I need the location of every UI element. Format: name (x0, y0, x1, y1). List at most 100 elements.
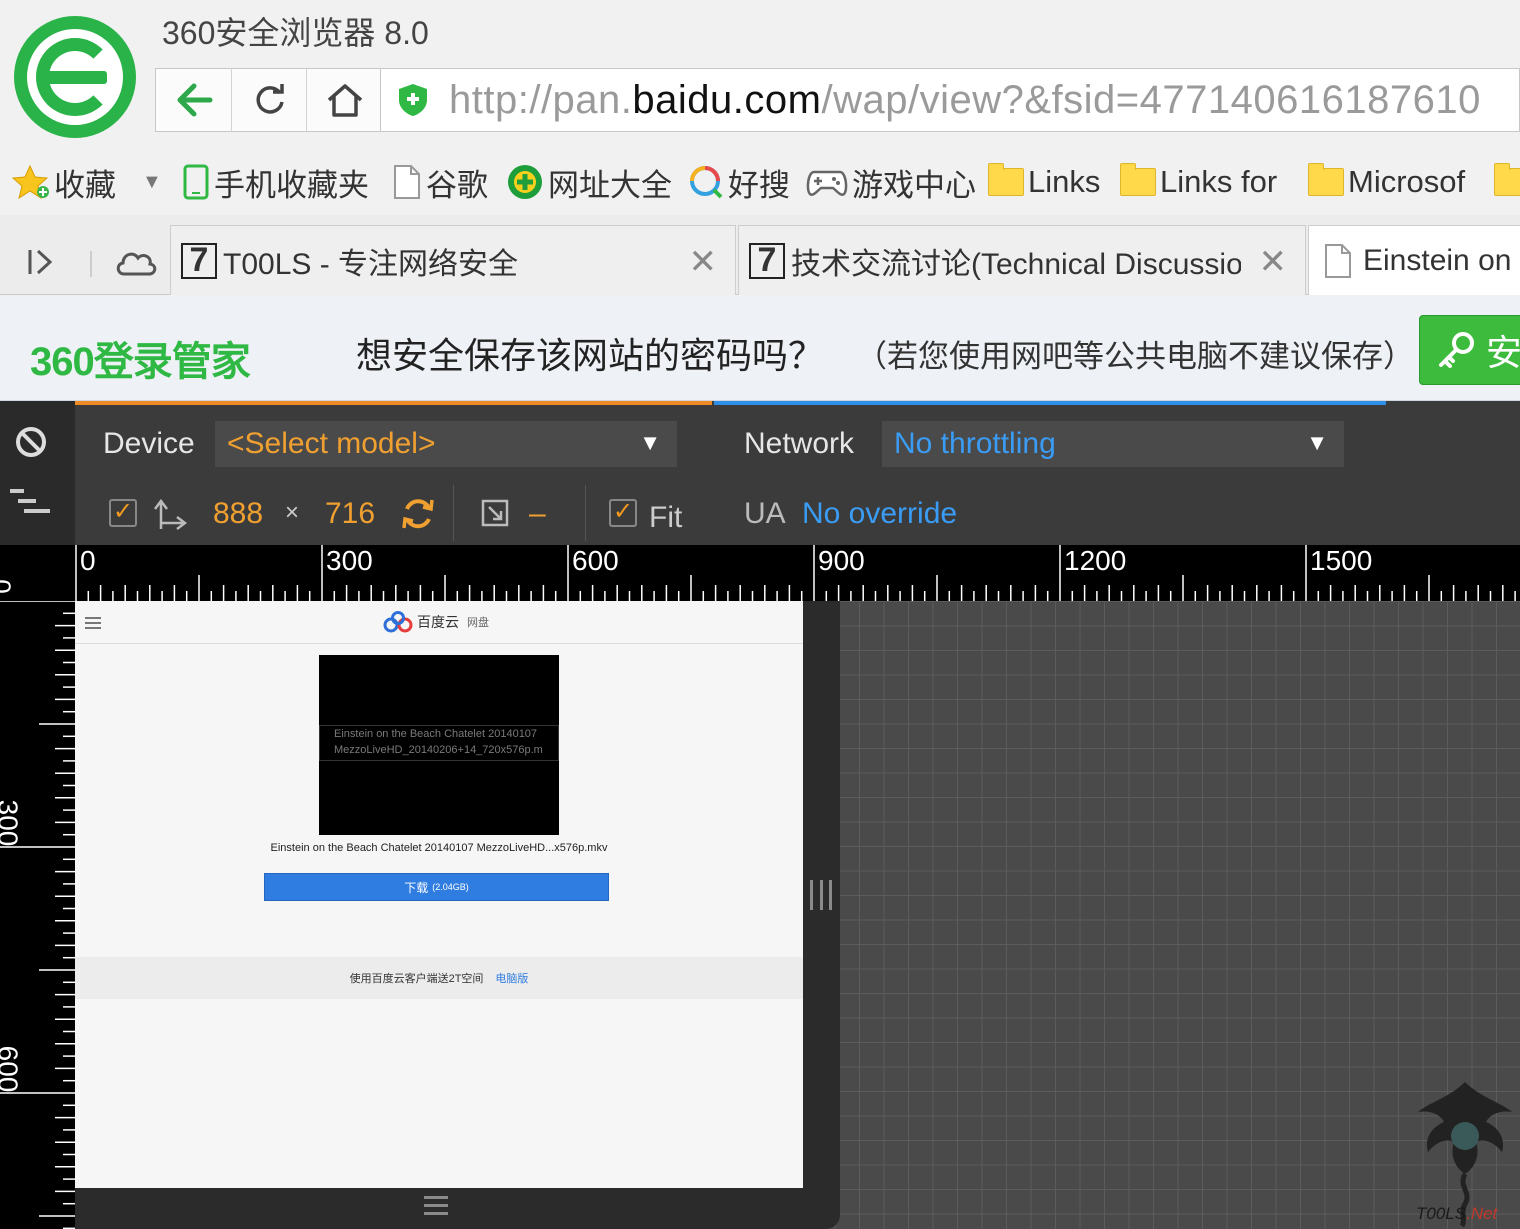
hamburger-menu-icon[interactable] (85, 617, 101, 632)
folder-icon (1308, 163, 1344, 196)
device-emulation-panel: Device <Select model> ▼ ✓ 888 × 716 – ✓ … (0, 401, 1520, 545)
tab-technical-discussion[interactable]: 7 技术交流讨论(Technical Discussio ✕ (738, 225, 1306, 295)
key-icon (1439, 332, 1474, 368)
emulated-page-viewport: 百度云 网盘 Einstein on the Beach Chatelet 20… (75, 601, 803, 1188)
ruler-label: 600 (572, 545, 619, 576)
ruler-label: 1500 (1310, 545, 1373, 576)
divider (585, 485, 586, 541)
media-query-bars-icon[interactable] (10, 487, 54, 517)
baidu-header: 百度云 网盘 (75, 601, 803, 644)
url-text: http://pan.baidu.com/wap/view?&fsid=4771… (449, 78, 1481, 122)
folder-icon (1120, 163, 1156, 196)
height-resize-handle-icon[interactable] (424, 1196, 448, 1220)
password-save-message: 想安全保存该网站的密码吗？ (356, 335, 825, 376)
navigation-buttons (155, 68, 381, 132)
ruler-label: 600 (0, 1045, 24, 1093)
window-title: 360安全浏览器 8.0 (162, 15, 429, 51)
page-icon (394, 165, 420, 199)
baidu-cloud-logo[interactable]: 百度云 网盘 (383, 611, 489, 633)
ruler-ticks (0, 601, 75, 1229)
password-save-bar: 360登录管家 想安全保存该网站的密码吗？ （若您使用网吧等公共电脑不建议保存）… (0, 295, 1520, 401)
bookmarks-bar: 收藏 ▼ 手机收藏夹 谷歌 网址大全 好搜 游戏中心 Links Links f… (0, 150, 1520, 215)
divider (90, 251, 92, 277)
bookmark-favorites[interactable]: 收藏 ▼ (12, 164, 162, 203)
no-sign-icon[interactable] (14, 425, 48, 459)
phone-icon (183, 164, 209, 200)
cloud-icon[interactable] (114, 247, 158, 277)
bookmark-game-center[interactable]: 游戏中心 (806, 164, 976, 203)
desktop-version-link[interactable]: 电脑版 (495, 970, 528, 986)
ruler-corner: 0 (0, 545, 75, 601)
width-resize-handle-icon[interactable] (810, 880, 832, 910)
device-scale-icon[interactable] (481, 499, 509, 527)
chevron-down-icon[interactable]: ▼ (142, 171, 162, 194)
network-label: Network (744, 427, 855, 460)
ruler-ticks (75, 545, 1516, 601)
download-button[interactable]: 下载 (2.04GB) (264, 873, 609, 901)
divider (453, 485, 454, 541)
panel-filler (1386, 401, 1520, 545)
device-label: Device (103, 427, 195, 460)
bookmark-site-directory[interactable]: 网址大全 (506, 164, 672, 203)
emulation-side-tools (0, 401, 75, 545)
baidu-cloud-icon (383, 611, 413, 633)
ua-override-value[interactable]: No override (802, 497, 957, 531)
home-icon (327, 84, 362, 117)
plus-globe-icon (508, 165, 542, 199)
tab-einstein-active[interactable]: Einstein on (1308, 225, 1520, 296)
network-throttling-select[interactable]: No throttling ▼ (882, 421, 1344, 467)
file-name: Einstein on the Beach Chatelet 20140107 … (270, 842, 608, 854)
tab-t00ls[interactable]: 7 T00LS - 专注网络安全 ✕ (170, 225, 736, 295)
dropdown-arrow-icon: ▼ (639, 430, 661, 455)
refresh-icon (255, 84, 284, 114)
close-icon[interactable]: ✕ (1259, 242, 1288, 282)
dropdown-arrow-icon: ▼ (1306, 430, 1328, 455)
back-arrow-icon (177, 83, 212, 117)
address-bar[interactable]: http://pan.baidu.com/wap/view?&fsid=4771… (381, 68, 1520, 132)
page-icon (1325, 244, 1351, 278)
password-manager-logo: 360登录管家 (30, 340, 251, 384)
height-value[interactable]: 716 (325, 497, 375, 531)
sidebar-toggle-icon[interactable] (26, 247, 56, 277)
watermark-text: T00LS.Net (1416, 1204, 1498, 1223)
device-model-select[interactable]: <Select model> ▼ (215, 421, 677, 467)
tab-strip: 7 T00LS - 专注网络安全 ✕ 7 技术交流讨论(Technical Di… (0, 215, 1520, 296)
bookmark-mobile-favorites[interactable]: 手机收藏夹 (182, 164, 369, 203)
vertical-ruler: 300 600 (0, 601, 75, 1229)
resolution-checkbox[interactable]: ✓ (109, 499, 137, 527)
fit-checkbox[interactable]: ✓ (609, 499, 637, 527)
swap-dimensions-icon[interactable] (153, 497, 187, 531)
refresh-button[interactable] (231, 69, 307, 131)
width-value[interactable]: 888 (213, 497, 263, 531)
bookmark-google[interactable]: 谷歌 (392, 164, 488, 203)
save-password-button[interactable]: 安 (1419, 315, 1520, 385)
ruler-label: 300 (0, 799, 24, 847)
bookmark-folder-microsoft[interactable]: Microsof (1308, 163, 1465, 200)
star-icon (12, 164, 49, 200)
bookmark-folder-links-for[interactable]: Links for (1120, 163, 1277, 200)
search-ring-icon (690, 166, 723, 199)
ruler-label: 0 (80, 545, 96, 576)
ruler-label: 1200 (1064, 545, 1127, 576)
folder-icon (988, 163, 1024, 196)
rotate-icon[interactable] (399, 495, 437, 533)
security-shield-icon (399, 84, 427, 116)
device-scale-value[interactable]: – (529, 497, 546, 531)
video-player[interactable]: Einstein on the Beach Chatelet 20140107 … (319, 655, 559, 835)
close-icon[interactable]: ✕ (689, 242, 718, 282)
gamepad-icon (806, 170, 848, 196)
back-button[interactable] (156, 69, 231, 131)
folder-icon (1494, 163, 1520, 196)
ua-label: UA (744, 497, 786, 530)
ruler-label: 900 (818, 545, 865, 576)
bookmark-haosou[interactable]: 好搜 (688, 164, 790, 203)
bookmark-folder-overflow[interactable] (1494, 163, 1520, 200)
network-section: Network No throttling ▼ UA No override (714, 401, 1386, 545)
broken-image-alt-text: Einstein on the Beach Chatelet 20140107 … (319, 725, 559, 761)
t00ls-favicon-icon: 7 (181, 242, 217, 279)
horizontal-ruler: 0 300 600 900 1200 1500 (0, 545, 1520, 601)
device-section: Device <Select model> ▼ ✓ 888 × 716 – ✓ … (75, 401, 712, 545)
password-save-note: （若您使用网吧等公共电脑不建议保存） (856, 339, 1414, 374)
bookmark-folder-links[interactable]: Links (988, 163, 1100, 200)
home-button[interactable] (306, 69, 382, 131)
